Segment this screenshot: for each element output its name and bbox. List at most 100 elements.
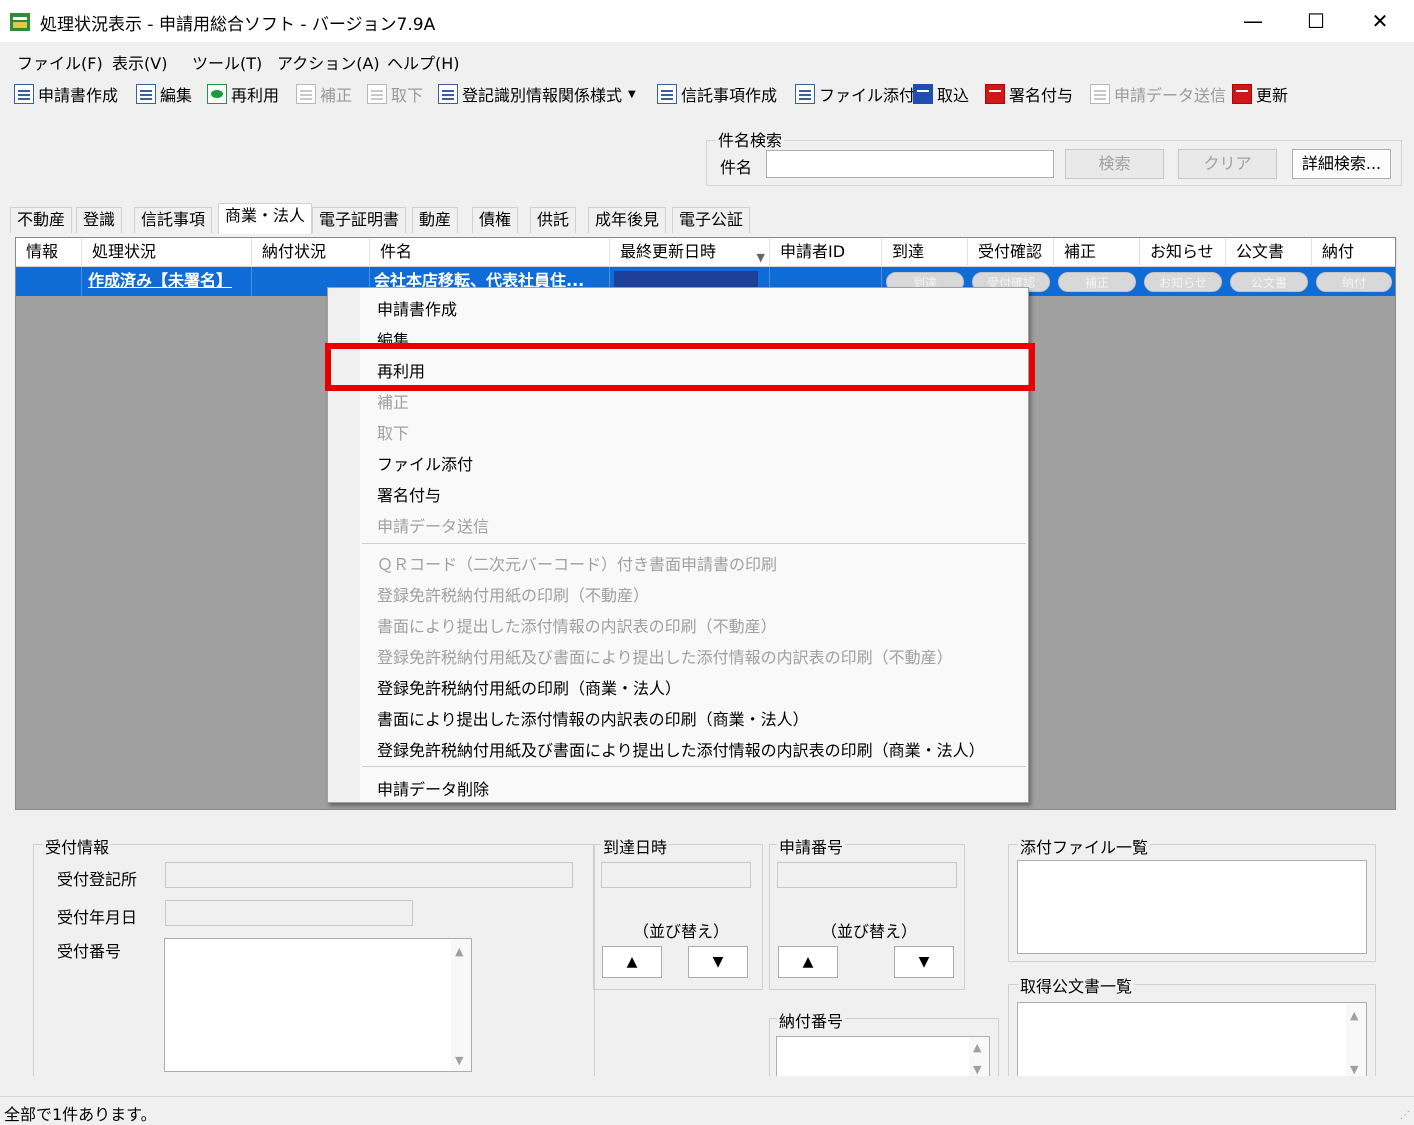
scrollbar[interactable]: ▲ ▼ <box>969 1037 989 1076</box>
ctx-delete-application-data[interactable]: 申請データ削除 <box>377 776 489 800</box>
ctx-print-attachment-list-commercial[interactable]: 書面により提出した添付情報の内訳表の印刷（商業・法人） <box>377 706 809 730</box>
application-sort-down-button[interactable]: ▼ <box>894 946 954 978</box>
column-header-updated-label: 最終更新日時 <box>620 242 717 261</box>
receipt-date-field <box>165 900 413 926</box>
toolbar-amend[interactable]: 補正 <box>296 82 352 106</box>
toolbar-attach-file[interactable]: ファイル添付 <box>795 82 915 106</box>
column-header-applicant-id[interactable]: 申請者ID <box>770 238 882 267</box>
import-icon <box>913 84 933 104</box>
detail-search-button[interactable]: 詳細検索... <box>1292 149 1391 179</box>
menu-help[interactable]: ヘルプ(H) <box>387 50 460 74</box>
ctx-print-tax-and-attachment-commercial[interactable]: 登録免許税納付用紙及び書面により提出した添付情報の内訳表の印刷（商業・法人） <box>377 737 985 761</box>
maximize-button[interactable]: ☐ <box>1285 0 1347 42</box>
toolbar-label: 取下 <box>391 86 424 105</box>
column-header-info[interactable]: 情報 <box>16 238 82 267</box>
scrollbar[interactable]: ▲ ▼ <box>451 939 471 1071</box>
menu-tools[interactable]: ツール(T) <box>192 50 262 74</box>
toolbar-reuse[interactable]: 再利用 <box>207 82 279 106</box>
official-docs-button[interactable]: 公文書 <box>1230 272 1308 292</box>
arrival-field <box>601 862 751 888</box>
tab-guardianship[interactable]: 成年後見 <box>588 207 667 233</box>
scroll-down-icon[interactable]: ▼ <box>973 1063 981 1076</box>
column-header-receipt-confirm[interactable]: 受付確認 <box>968 238 1054 267</box>
receipt-number-list[interactable]: ▲ ▼ <box>164 938 472 1072</box>
official-docs-list[interactable]: ▲ ▼ <box>1017 1002 1367 1076</box>
ctx-print-tax-form-real-estate[interactable]: 登録免許税納付用紙の印刷（不動産） <box>377 582 649 606</box>
column-header-amend[interactable]: 補正 <box>1054 238 1140 267</box>
amend-button[interactable]: 補正 <box>1058 272 1136 292</box>
cell-status-link[interactable]: 作成済み【未署名】 <box>82 267 252 296</box>
column-header-arrival[interactable]: 到達 <box>882 238 968 267</box>
scroll-up-icon[interactable]: ▲ <box>1350 1009 1358 1022</box>
ctx-print-tax-form-commercial[interactable]: 登録免許税納付用紙の印刷（商業・法人） <box>377 675 681 699</box>
ctx-withdraw[interactable]: 取下 <box>377 420 409 444</box>
toolbar-import[interactable]: 取込 <box>913 82 969 106</box>
arrival-sort-down-button[interactable]: ▼ <box>688 946 748 978</box>
attachment-list-title: 添付ファイル一覧 <box>1018 834 1151 858</box>
clear-button[interactable]: クリア <box>1178 149 1277 179</box>
scroll-up-icon[interactable]: ▲ <box>973 1041 981 1054</box>
toolbar-edit[interactable]: 編集 <box>136 82 192 106</box>
search-input[interactable] <box>766 150 1054 178</box>
ctx-print-attachment-list-real-estate[interactable]: 書面により提出した添付情報の内訳表の印刷（不動産） <box>377 613 777 637</box>
ctx-print-tax-and-attachment-real-estate[interactable]: 登録免許税納付用紙及び書面により提出した添付情報の内訳表の印刷（不動産） <box>377 644 953 668</box>
tab-real-estate[interactable]: 不動産 <box>10 207 73 233</box>
tab-certificate[interactable]: 電子証明書 <box>312 207 407 233</box>
ctx-attach-file[interactable]: ファイル添付 <box>377 451 473 475</box>
toolbar-send-data[interactable]: 申請データ送信 <box>1090 82 1226 106</box>
scroll-down-icon[interactable]: ▼ <box>455 1054 463 1067</box>
toolbar-registration-id-forms[interactable]: 登記識別情報関係様式 ▼ <box>438 82 636 106</box>
minimize-button[interactable]: — <box>1222 0 1284 42</box>
scrollbar[interactable]: ▲ ▼ <box>1346 1003 1366 1076</box>
tab-deposit[interactable]: 供託 <box>530 207 577 233</box>
attachment-list[interactable] <box>1017 860 1367 954</box>
ctx-print-qr-application[interactable]: ＱＲコード（二次元バーコード）付き書面申請書の印刷 <box>377 551 777 575</box>
toolbar-create-application[interactable]: 申請書作成 <box>14 82 118 106</box>
official-docs-title: 取得公文書一覧 <box>1018 973 1135 997</box>
receipt-number-label: 受付番号 <box>57 942 122 961</box>
receipt-office-label: 受付登記所 <box>57 870 138 889</box>
scroll-up-icon[interactable]: ▲ <box>455 945 463 958</box>
ctx-create-application[interactable]: 申請書作成 <box>377 296 457 320</box>
menu-bar: ファイル(F) 表示(V) ツール(T) アクション(A) ヘルプ(H) <box>0 42 1414 76</box>
application-sort-up-button[interactable]: ▲ <box>778 946 838 978</box>
toolbar-sign[interactable]: 署名付与 <box>985 82 1073 106</box>
menu-action[interactable]: アクション(A) <box>277 50 380 74</box>
tab-trust[interactable]: 信託事項 <box>134 207 213 233</box>
toolbar-label: ファイル添付 <box>819 86 916 105</box>
payment-number-list[interactable]: ▲ ▼ <box>776 1036 990 1076</box>
column-header-updated[interactable]: 最終更新日時 ▼ <box>610 238 770 267</box>
notice-button[interactable]: お知らせ <box>1144 272 1222 292</box>
tab-registration-id[interactable]: 登識 <box>76 207 123 233</box>
column-header-subject[interactable]: 件名 <box>370 238 610 267</box>
column-header-official-docs[interactable]: 公文書 <box>1226 238 1312 267</box>
ctx-sign[interactable]: 署名付与 <box>377 482 441 506</box>
toolbar-refresh[interactable]: 更新 <box>1232 82 1288 106</box>
toolbar-label: 登記識別情報関係様式 <box>462 86 623 105</box>
column-header-payment-status[interactable]: 納付状況 <box>252 238 370 267</box>
application-sort-label: （並び替え） <box>821 922 918 941</box>
context-menu-separator <box>362 766 1026 767</box>
menu-file[interactable]: ファイル(F) <box>17 50 103 74</box>
close-button[interactable]: ✕ <box>1349 0 1411 42</box>
toolbar-label: 更新 <box>1256 86 1289 105</box>
resize-grip-icon[interactable]: ⋰ <box>1400 1110 1410 1121</box>
scroll-down-icon[interactable]: ▼ <box>1350 1063 1358 1076</box>
ctx-amend[interactable]: 補正 <box>377 389 409 413</box>
tab-commercial-corporate[interactable]: 商業・法人 <box>218 203 313 234</box>
toolbar-label: 申請書作成 <box>38 86 119 105</box>
arrival-sort-up-button[interactable]: ▲ <box>602 946 662 978</box>
menu-view[interactable]: 表示(V) <box>112 50 167 74</box>
column-header-status[interactable]: 処理状況 <box>82 238 252 267</box>
tab-receivables[interactable]: 債権 <box>472 207 519 233</box>
tab-movables[interactable]: 動産 <box>412 207 459 233</box>
column-header-payment[interactable]: 納付 <box>1312 238 1397 267</box>
payment-button[interactable]: 納付 <box>1316 272 1392 292</box>
toolbar-withdraw[interactable]: 取下 <box>367 82 423 106</box>
toolbar-trust-items[interactable]: 信託事項作成 <box>657 82 777 106</box>
column-header-notice[interactable]: お知らせ <box>1140 238 1226 267</box>
tab-notarization[interactable]: 電子公証 <box>672 207 751 233</box>
ctx-send-data[interactable]: 申請データ送信 <box>377 513 489 537</box>
forms-icon <box>438 84 458 104</box>
search-button[interactable]: 検索 <box>1065 149 1164 179</box>
